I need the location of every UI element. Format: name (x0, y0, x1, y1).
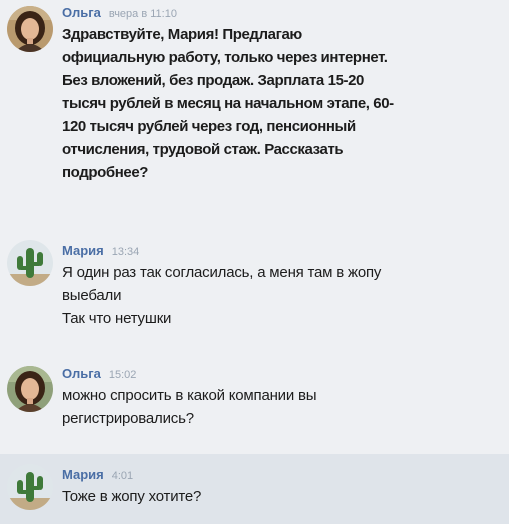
message-item: Ольга 15:02 можно спросить в какой компан… (0, 350, 509, 454)
message-time: 15:02 (108, 369, 137, 381)
message-text-line: Так что нетушки (62, 310, 172, 327)
message-header: Мария 4:01 (62, 465, 503, 485)
message-item: Мария 4:01 Тоже в жопу хотите? (0, 454, 509, 524)
author-name[interactable]: Ольга (62, 366, 101, 381)
message-text-line: можно спросить в какой компании вы (62, 387, 317, 404)
message-text-line: Без вложений, без продаж. Зарплата 15-20 (62, 72, 364, 89)
cactus-avatar-icon[interactable] (7, 464, 53, 510)
message-feed: Ольга вчера в 11:10 Здравствуйте, Мария! … (0, 0, 509, 524)
message-text-line: регистрировались? (62, 410, 194, 427)
author-name[interactable]: Мария (62, 467, 104, 482)
message-text-line: подробнее? (62, 164, 149, 181)
woman-portrait-avatar-icon[interactable] (7, 366, 53, 412)
message-text-line: Я один раз так согласилась, а меня там в… (62, 264, 382, 281)
woman-portrait-avatar-icon[interactable] (7, 6, 53, 52)
author-name[interactable]: Мария (62, 243, 104, 258)
message-text-line: выебали (62, 287, 122, 304)
message-text-line: тысяч рублей в месяц на начальном этапе,… (62, 95, 394, 112)
message-time: вчера в 11:10 (108, 8, 177, 20)
message-header: Мария 13:34 (62, 241, 503, 261)
message-time: 13:34 (111, 246, 140, 258)
message-text-line: отчисления, трудовой стаж. Рассказать (62, 141, 344, 158)
message-item: Мария 13:34 Я один раз так согласилась, а… (0, 230, 509, 350)
message-item: Ольга вчера в 11:10 Здравствуйте, Мария! … (0, 0, 509, 230)
message-text-line: Тоже в жопу хотите? (62, 488, 202, 505)
cactus-avatar-icon[interactable] (7, 240, 53, 286)
author-name[interactable]: Ольга (62, 5, 101, 20)
message-header: Ольга 15:02 (62, 364, 503, 384)
message-time: 4:01 (111, 470, 134, 482)
message-text-line: 120 тысяч рублей через год, пенсионный (62, 118, 356, 135)
message-text-line: Здравствуйте, Мария! Предлагаю (62, 26, 302, 43)
message-text-line: официальную работу, только через интерне… (62, 49, 388, 66)
message-header: Ольга вчера в 11:10 (62, 3, 503, 23)
